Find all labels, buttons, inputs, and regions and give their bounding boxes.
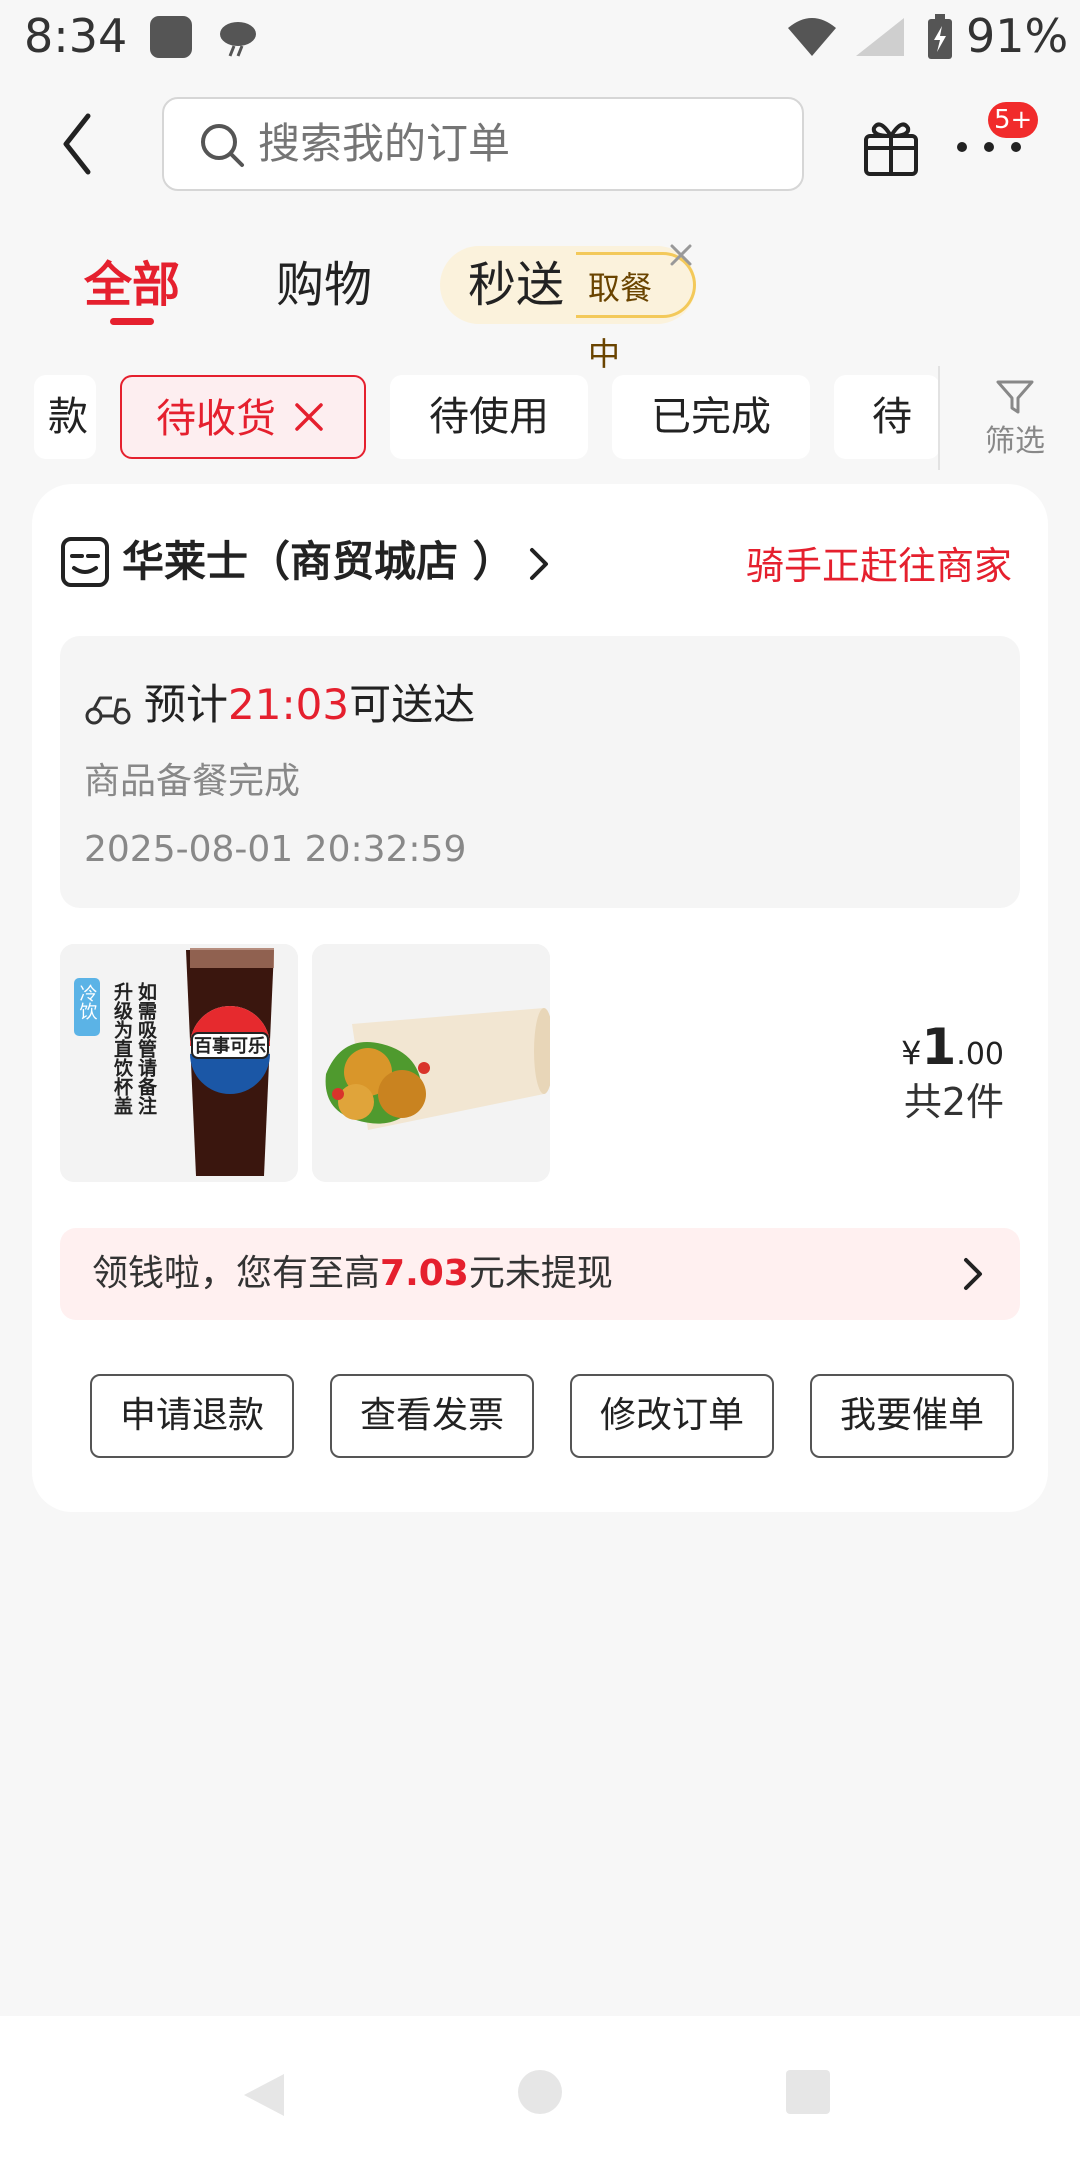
- chevron-right-icon[interactable]: [526, 546, 552, 582]
- filter-chip-completed[interactable]: 已完成: [612, 375, 810, 459]
- drink-note-2: 升级为直饮杯盖: [111, 982, 134, 1115]
- nav-back-icon[interactable]: [238, 2068, 292, 2122]
- tab-flash-delivery[interactable]: 秒送 取餐中: [440, 246, 696, 373]
- item-count: 共2件: [903, 1080, 1004, 1124]
- cashback-amount: 7.03: [380, 1253, 469, 1294]
- store-name[interactable]: 华莱士（商贸城店 ）: [122, 530, 515, 594]
- urge-order-button[interactable]: 我要催单: [810, 1374, 1014, 1458]
- back-arrow-icon[interactable]: [52, 104, 112, 184]
- close-icon[interactable]: [292, 400, 326, 434]
- filter-chip-label: 待收货: [156, 396, 276, 442]
- close-icon[interactable]: [664, 238, 698, 272]
- refund-button[interactable]: 申请退款: [90, 1374, 294, 1458]
- funnel-icon: [996, 380, 1034, 414]
- search-icon: [201, 124, 244, 167]
- gift-icon[interactable]: [860, 114, 922, 178]
- wifi-icon: [788, 18, 836, 56]
- status-time: 8:34: [24, 9, 128, 63]
- tab-shopping[interactable]: 购物: [276, 250, 372, 320]
- drink-brand: 百事可乐: [194, 1035, 266, 1057]
- wrap-image: [312, 944, 550, 1182]
- filter-label: 筛选: [985, 424, 1045, 459]
- tab-all[interactable]: 全部: [84, 250, 180, 320]
- filter-chip-to-receive[interactable]: 待收货: [120, 375, 366, 459]
- system-nav-bar: [0, 2016, 1080, 2160]
- view-invoice-button[interactable]: 查看发票: [330, 1374, 534, 1458]
- search-box[interactable]: [162, 97, 804, 191]
- filter-button[interactable]: 筛选: [970, 372, 1060, 472]
- drink-note-1: 如需吸管请备注: [135, 981, 158, 1115]
- order-card: 华莱士（商贸城店 ） 骑手正赶往商家 预计21:03可送达 商品备餐完成 202…: [32, 484, 1048, 1512]
- filter-chip-to-review[interactable]: 待评: [834, 375, 940, 459]
- battery-icon: [928, 14, 952, 59]
- product-thumbnail-wrap[interactable]: [312, 944, 550, 1182]
- active-tab-indicator: [110, 318, 154, 325]
- battery-percent: 91%: [966, 9, 1069, 63]
- eta-time: 21:03: [228, 680, 350, 729]
- cold-drink-tag-text: 冷饮: [77, 984, 98, 1020]
- divider: [938, 366, 940, 470]
- cola-image: 冷饮 如需吸管请备注 升级为直饮杯盖 百事可乐: [60, 944, 298, 1182]
- notification-badge: 5+: [988, 102, 1039, 138]
- weather-icon: [220, 22, 256, 57]
- modify-order-button[interactable]: 修改订单: [570, 1374, 774, 1458]
- app-notification-icon: [150, 16, 192, 58]
- filter-chip-partial[interactable]: 款: [34, 375, 96, 459]
- cashback-banner[interactable]: 领钱啦，您有至高7.03元未提现: [60, 1228, 1020, 1320]
- filter-chip-to-use[interactable]: 待使用: [390, 375, 588, 459]
- search-input[interactable]: [258, 99, 778, 189]
- scooter-icon: [85, 696, 131, 725]
- product-thumbnail-cola[interactable]: 冷饮 如需吸管请备注 升级为直饮杯盖 百事可乐: [60, 944, 298, 1182]
- nav-recents-icon[interactable]: [784, 2068, 832, 2116]
- chevron-right-icon: [964, 1258, 982, 1290]
- store-icon: [61, 537, 109, 587]
- prep-status: 商品备餐完成: [84, 761, 301, 802]
- eta-text: 预计21:03可送达: [144, 680, 476, 729]
- tab-flash-label: 秒送: [468, 257, 565, 313]
- cashback-text: 领钱啦，您有至高7.03元未提现: [92, 1253, 613, 1294]
- delivery-info[interactable]: 预计21:03可送达 商品备餐完成 2025-08-01 20:32:59: [60, 636, 1020, 908]
- signal-icon: [856, 18, 904, 56]
- nav-home-icon[interactable]: [516, 2068, 564, 2116]
- order-timestamp: 2025-08-01 20:32:59: [84, 829, 467, 870]
- order-status: 骑手正赶往商家: [745, 544, 1012, 588]
